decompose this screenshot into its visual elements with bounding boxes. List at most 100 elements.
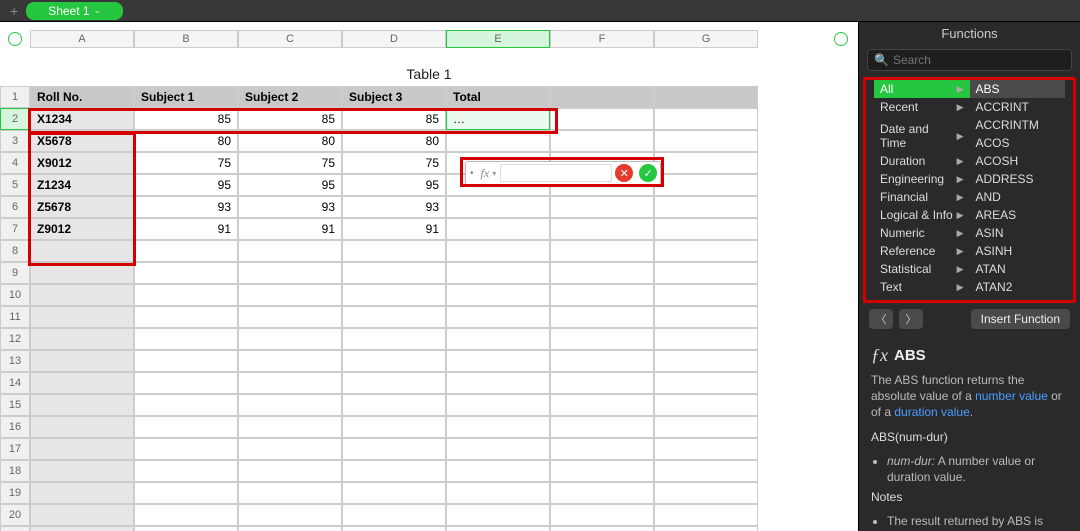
cell[interactable] xyxy=(134,372,238,394)
function-item[interactable]: ATAN2 xyxy=(970,278,1066,296)
cell[interactable] xyxy=(446,284,550,306)
cell[interactable] xyxy=(238,306,342,328)
cell[interactable] xyxy=(134,394,238,416)
cell[interactable] xyxy=(550,394,654,416)
cell[interactable]: 85 xyxy=(342,108,446,130)
function-item[interactable]: AND xyxy=(970,188,1066,206)
cell[interactable]: 93 xyxy=(342,196,446,218)
chevron-down-icon[interactable]: ▾ xyxy=(492,169,500,178)
cell[interactable] xyxy=(550,262,654,284)
cell[interactable] xyxy=(654,526,758,531)
cell[interactable] xyxy=(446,504,550,526)
header-cell[interactable]: Subject 2 xyxy=(238,86,342,108)
cell[interactable] xyxy=(238,350,342,372)
category-item[interactable]: Engineering▶ xyxy=(874,170,970,188)
cell[interactable] xyxy=(550,306,654,328)
cell[interactable] xyxy=(238,504,342,526)
row-header[interactable]: 5 xyxy=(0,174,30,196)
cell[interactable] xyxy=(342,284,446,306)
cancel-formula-button[interactable]: ✕ xyxy=(615,164,633,182)
cell[interactable] xyxy=(446,350,550,372)
cell[interactable] xyxy=(446,460,550,482)
cell[interactable]: 85 xyxy=(238,108,342,130)
cell[interactable] xyxy=(238,394,342,416)
cell[interactable] xyxy=(30,240,134,262)
cell[interactable] xyxy=(654,152,758,174)
cell[interactable] xyxy=(550,526,654,531)
table-menu-button-right[interactable] xyxy=(834,32,848,46)
cell[interactable] xyxy=(134,350,238,372)
column-header-C[interactable]: C xyxy=(238,30,342,48)
link-number-value[interactable]: number value xyxy=(975,389,1048,403)
cell[interactable]: X9012 xyxy=(30,152,134,174)
cell[interactable] xyxy=(134,438,238,460)
cell[interactable]: 75 xyxy=(238,152,342,174)
function-item[interactable]: ACCRINT xyxy=(970,98,1066,116)
cell[interactable] xyxy=(30,262,134,284)
cell[interactable] xyxy=(238,372,342,394)
function-item[interactable]: ASIN xyxy=(970,224,1066,242)
function-item[interactable]: ACCRINTM xyxy=(970,116,1066,134)
cell[interactable] xyxy=(550,328,654,350)
category-item[interactable]: Date and Time▶ xyxy=(874,120,970,152)
cell[interactable] xyxy=(134,416,238,438)
cell[interactable]: X1234 xyxy=(30,108,134,130)
cell[interactable] xyxy=(550,438,654,460)
cell[interactable]: 75 xyxy=(342,152,446,174)
cell[interactable] xyxy=(30,306,134,328)
category-item[interactable]: Reference▶ xyxy=(874,242,970,260)
cell[interactable] xyxy=(134,504,238,526)
header-cell[interactable] xyxy=(550,86,654,108)
cell[interactable] xyxy=(342,372,446,394)
cell[interactable] xyxy=(654,174,758,196)
cell[interactable] xyxy=(446,328,550,350)
cell[interactable]: Z5678 xyxy=(30,196,134,218)
add-sheet-button[interactable]: + xyxy=(10,3,18,19)
cell[interactable] xyxy=(134,482,238,504)
cell[interactable] xyxy=(238,482,342,504)
row-header[interactable]: 16 xyxy=(0,416,30,438)
row-header[interactable]: 14 xyxy=(0,372,30,394)
row-header[interactable]: 9 xyxy=(0,262,30,284)
insert-function-button[interactable]: Insert Function xyxy=(971,309,1070,329)
cell[interactable] xyxy=(654,262,758,284)
cell[interactable] xyxy=(238,240,342,262)
cell[interactable]: 93 xyxy=(238,196,342,218)
cell[interactable] xyxy=(654,438,758,460)
cell[interactable] xyxy=(134,328,238,350)
cell[interactable] xyxy=(446,416,550,438)
cell[interactable]: 80 xyxy=(342,130,446,152)
function-list[interactable]: ABSACCRINTACCRINTMACOSACOSHADDRESSANDARE… xyxy=(970,80,1066,300)
cell[interactable] xyxy=(550,284,654,306)
cell[interactable] xyxy=(238,526,342,531)
cell[interactable] xyxy=(134,262,238,284)
function-item[interactable]: AREAS xyxy=(970,206,1066,224)
cell[interactable] xyxy=(342,262,446,284)
cell[interactable] xyxy=(446,218,550,240)
cell[interactable] xyxy=(446,130,550,152)
category-item[interactable]: Text▶ xyxy=(874,278,970,296)
row-header[interactable]: 3 xyxy=(0,130,30,152)
category-item[interactable]: Trigonometric▶ xyxy=(874,296,970,300)
cell[interactable]: 80 xyxy=(238,130,342,152)
cell[interactable] xyxy=(550,350,654,372)
cell[interactable]: Z9012 xyxy=(30,218,134,240)
cell[interactable] xyxy=(342,416,446,438)
cell[interactable] xyxy=(134,240,238,262)
cell[interactable] xyxy=(342,328,446,350)
cell[interactable] xyxy=(342,526,446,531)
cell[interactable] xyxy=(30,416,134,438)
function-item[interactable]: ADDRESS xyxy=(970,170,1066,188)
cell[interactable] xyxy=(342,350,446,372)
search-input[interactable] xyxy=(893,53,1065,67)
row-header[interactable]: 8 xyxy=(0,240,30,262)
cell[interactable] xyxy=(550,372,654,394)
cell[interactable]: 93 xyxy=(134,196,238,218)
row-header[interactable]: 17 xyxy=(0,438,30,460)
function-search[interactable]: 🔍 xyxy=(867,49,1072,71)
cell[interactable] xyxy=(238,438,342,460)
accept-formula-button[interactable]: ✓ xyxy=(639,164,657,182)
function-item[interactable]: ASINH xyxy=(970,242,1066,260)
cell[interactable] xyxy=(134,460,238,482)
function-item[interactable]: ACOSH xyxy=(970,152,1066,170)
